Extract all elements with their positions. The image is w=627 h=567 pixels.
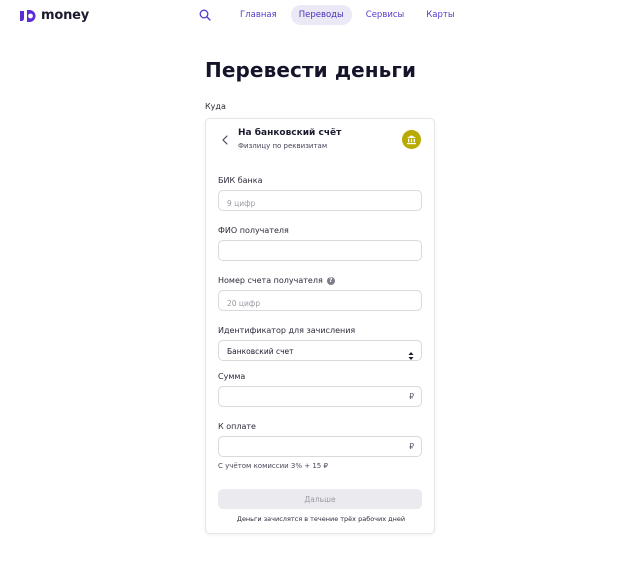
recipient-name-input[interactable] <box>219 244 421 263</box>
brand-name: money <box>41 7 90 23</box>
identifier-selected-value: Банковский счет <box>227 347 294 356</box>
account-number-input[interactable] <box>219 294 421 313</box>
destination-label: Куда <box>205 102 226 111</box>
method-subtitle: Физлицу по реквизитам <box>238 142 328 150</box>
bik-label: БИК банка <box>218 176 263 185</box>
method-title: На банковский счёт <box>238 128 342 138</box>
bik-input[interactable] <box>219 194 421 213</box>
page-title: Перевести деньги <box>205 58 417 82</box>
to-pay-label-text: К оплате <box>218 422 256 431</box>
select-caret-icon <box>408 346 414 360</box>
bik-label-text: БИК банка <box>218 176 263 185</box>
crediting-time-note: Деньги зачислятся в течение трёх рабочих… <box>236 515 406 523</box>
bik-field[interactable] <box>218 190 422 213</box>
brand-logo-icon <box>20 8 38 22</box>
brand-logo[interactable]: money <box>20 7 90 23</box>
transfer-form-card: На банковский счёт Физлицу по реквизитам… <box>205 118 435 534</box>
to-pay-input[interactable] <box>219 440 421 459</box>
top-navigation: Главная Переводы Сервисы Карты <box>197 5 469 25</box>
nav-item-main[interactable]: Главная <box>232 5 285 25</box>
chevron-left-icon[interactable] <box>219 134 231 146</box>
search-icon[interactable] <box>197 7 213 23</box>
nav-item-services[interactable]: Сервисы <box>358 5 412 25</box>
to-pay-field[interactable]: ₽ <box>218 436 422 459</box>
nav-item-cards[interactable]: Карты <box>418 5 462 25</box>
to-pay-label: К оплате <box>218 422 256 431</box>
account-number-label-text: Номер счета получателя <box>218 276 323 285</box>
recipient-name-label: ФИО получателя <box>218 226 289 235</box>
amount-currency: ₽ <box>409 392 414 401</box>
identifier-select[interactable]: Банковский счет <box>218 340 422 361</box>
bank-icon <box>402 130 421 149</box>
amount-label: Сумма <box>218 372 245 381</box>
account-number-field[interactable] <box>218 290 422 313</box>
recipient-name-label-text: ФИО получателя <box>218 226 289 235</box>
next-button[interactable]: Дальше <box>218 489 422 509</box>
to-pay-currency: ₽ <box>409 442 414 451</box>
amount-input[interactable] <box>219 390 421 409</box>
amount-label-text: Сумма <box>218 372 246 381</box>
identifier-label: Идентификатор для зачисления <box>218 326 355 335</box>
commission-note: С учётом комиссии 3% + 15 ₽ <box>218 462 328 470</box>
nav-item-transfers[interactable]: Переводы <box>290 5 352 25</box>
identifier-label-text: Идентификатор для зачисления <box>218 326 356 335</box>
recipient-name-field[interactable] <box>218 240 422 263</box>
amount-field[interactable]: ₽ <box>218 386 422 409</box>
account-number-label: Номер счета получателя ? <box>218 276 335 285</box>
question-icon[interactable]: ? <box>326 276 335 285</box>
